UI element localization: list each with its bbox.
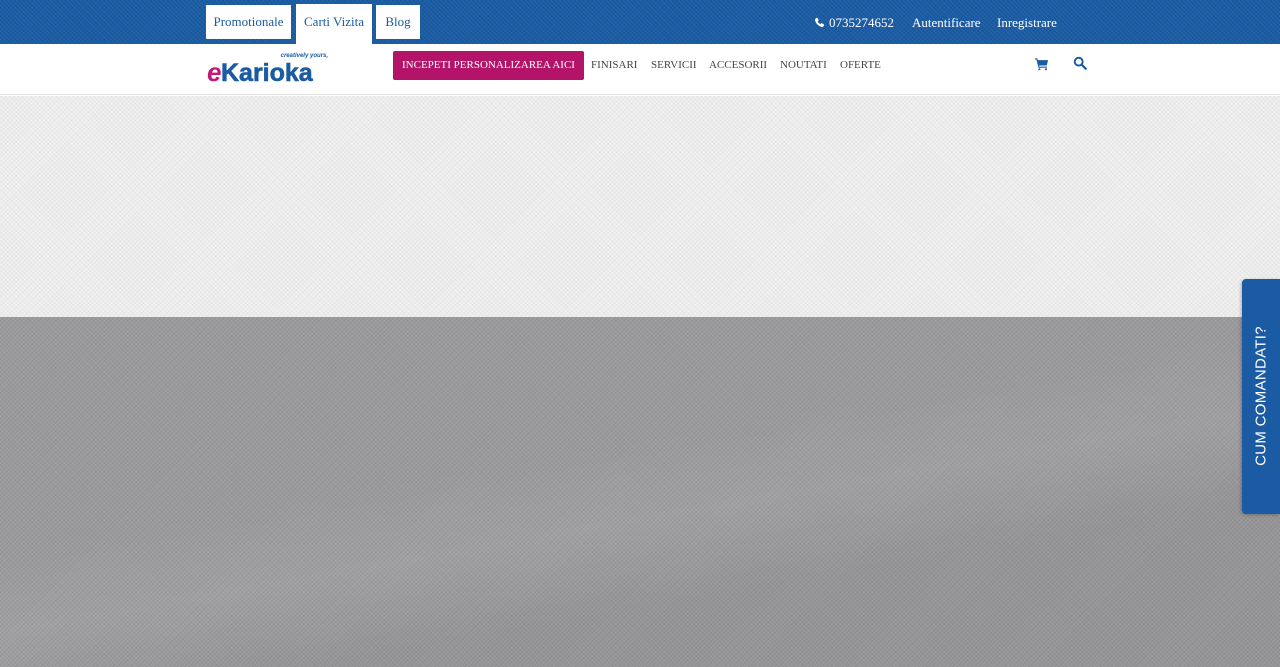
cart-icon[interactable]: [1035, 57, 1049, 71]
nav-item-servicii[interactable]: SERVICII: [651, 51, 697, 80]
phone-number: 0735274652: [829, 15, 894, 30]
nav-item-oferte[interactable]: OFERTE: [840, 51, 881, 80]
top-bar: Promotionale Carti Vizita Blog 073527465…: [0, 0, 1280, 44]
start-customizing-button[interactable]: INCEPETI PERSONALIZAREA AICI: [393, 51, 584, 80]
tab-carti-vizita[interactable]: Carti Vizita: [296, 4, 372, 44]
register-link[interactable]: Inregistrare: [997, 0, 1057, 44]
logo-e-letter: e: [207, 57, 221, 85]
search-icon[interactable]: [1073, 56, 1087, 70]
main-navbar: creatively yours, e Karioka INCEPETI PER…: [0, 44, 1280, 95]
nav-item-accesorii[interactable]: ACCESORII: [709, 51, 767, 80]
how-to-order-label: CUM COMANDATI?: [1252, 326, 1270, 466]
logo[interactable]: creatively yours, e Karioka: [206, 51, 330, 85]
phone-icon: [814, 17, 825, 28]
tab-blog[interactable]: Blog: [376, 5, 420, 39]
tab-promotionale[interactable]: Promotionale: [206, 5, 291, 39]
hero-image-area: [0, 317, 1280, 667]
nav-item-finisari[interactable]: FINISARI: [591, 51, 637, 80]
login-link[interactable]: Autentificare: [912, 0, 981, 44]
phone-contact[interactable]: 0735274652: [814, 0, 894, 44]
how-to-order-tab[interactable]: CUM COMANDATI?: [1242, 279, 1280, 514]
logo-wordmark: Karioka: [221, 59, 314, 85]
hero-top-background: [0, 96, 1280, 317]
nav-item-noutati[interactable]: NOUTATI: [780, 51, 827, 80]
